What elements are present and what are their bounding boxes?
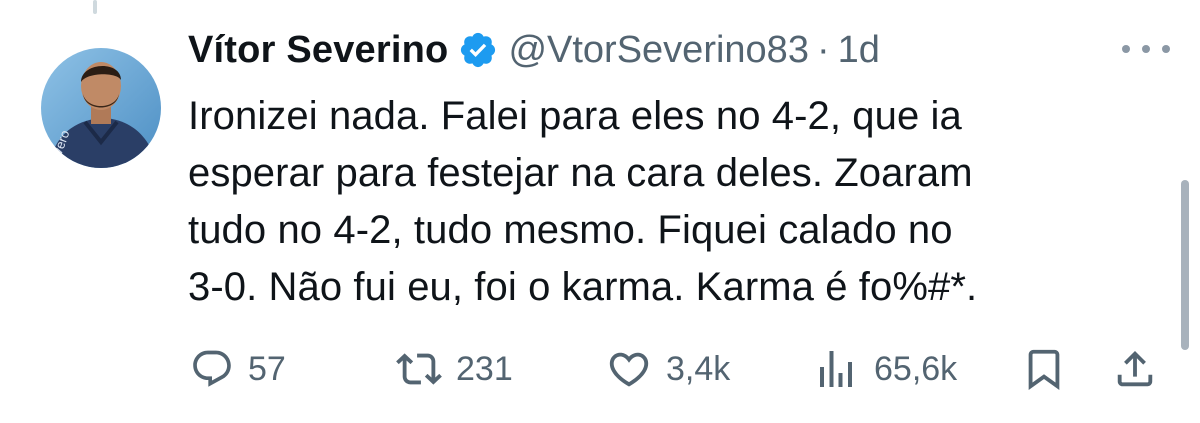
views-icon [820,351,852,387]
author-handle[interactable]: @VtorSeverino83 [508,29,809,72]
profile-photo: vero [41,48,161,168]
tweet-text-line: 3-0. Não fui eu, foi o karma. Karma é fo… [188,265,978,309]
like-count: 3,4k [666,349,731,388]
reply-icon [193,350,231,387]
like-button[interactable]: 3,4k [606,344,730,394]
separator-dot: · [816,28,830,71]
reply-count: 57 [248,349,286,388]
verified-badge-icon[interactable] [458,30,498,70]
reply-button[interactable]: 57 [190,344,286,394]
scrollbar[interactable] [1181,180,1189,350]
more-dot [1162,45,1170,53]
repost-icon [396,353,442,385]
tweet-text: Ironizei nada. Falei para eles no 4-2, q… [188,88,1148,316]
tweet-header: Vítor Severino @VtorSeverino83 · 1d [188,24,880,76]
more-dot [1122,45,1130,53]
tweet-text-line: tudo no 4-2, tudo mesmo. Fiquei calado n… [188,208,953,252]
author-display-name[interactable]: Vítor Severino [188,29,448,72]
avatar[interactable]: vero [41,48,161,168]
more-icon[interactable] [1122,34,1170,64]
repost-button[interactable]: 231 [396,344,513,394]
views-count: 65,6k [874,349,958,388]
share-button[interactable] [1112,344,1158,394]
tweet-actions: 57 231 3,4k 65,6k [0,344,1200,394]
tweet-text-line: Ironizei nada. Falei para eles no 4-2, q… [188,94,962,138]
repost-count: 231 [456,349,513,388]
heart-icon [609,352,649,387]
share-icon [1117,350,1153,387]
tweet-text-line: esperar para festejar na cara deles. Zoa… [188,151,973,195]
thread-line [93,0,97,14]
bookmark-icon [1028,349,1060,390]
bookmark-button[interactable] [1021,344,1067,394]
timestamp[interactable]: 1d [838,29,880,72]
more-dot [1142,45,1150,53]
views-button[interactable]: 65,6k [812,344,957,394]
